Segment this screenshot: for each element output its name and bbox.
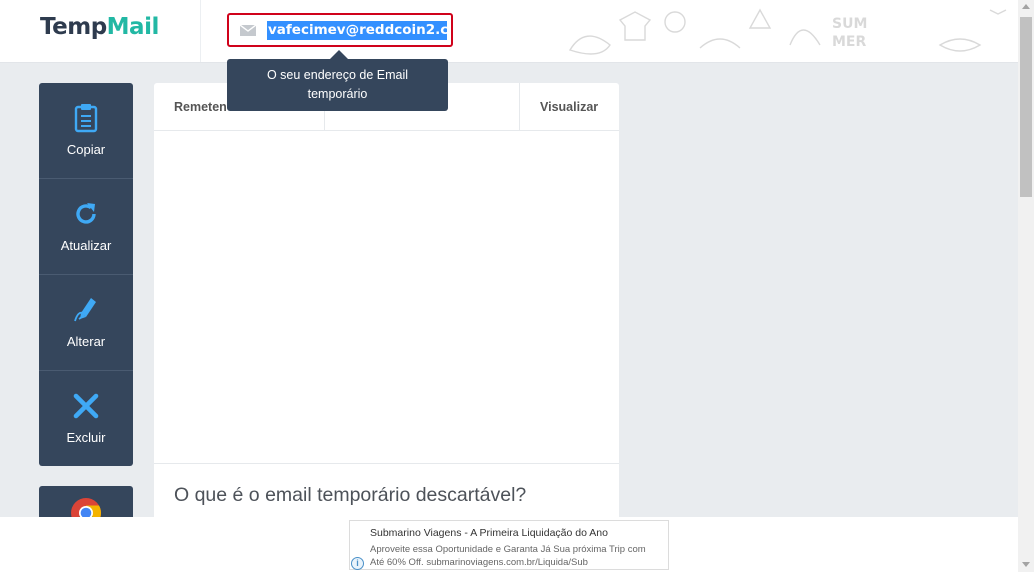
info-section: O que é o email temporário descartável? bbox=[154, 463, 619, 523]
email-address-field[interactable]: vafecimev@reddcoin2.com bbox=[227, 13, 453, 47]
envelope-icon bbox=[240, 25, 256, 36]
info-heading: O que é o email temporário descartável? bbox=[174, 484, 527, 506]
change-button[interactable]: Alterar bbox=[39, 275, 133, 371]
action-sidebar: Copiar Atualizar Alterar Excluir bbox=[39, 83, 133, 466]
copy-button-label: Copiar bbox=[66, 142, 106, 157]
top-header: SUM MER TempMail bbox=[0, 0, 1018, 63]
copy-button[interactable]: Copiar bbox=[39, 83, 133, 179]
ad-title[interactable]: Submarino Viagens - A Primeira Liquidaçã… bbox=[370, 527, 608, 539]
advertisement-box[interactable]: Submarino Viagens - A Primeira Liquidaçã… bbox=[349, 520, 669, 570]
tooltip-arrow bbox=[330, 50, 348, 59]
change-button-label: Alterar bbox=[66, 334, 106, 349]
logo-temp-text: Temp bbox=[40, 14, 107, 40]
advertisement-bar: Submarino Viagens - A Primeira Liquidaçã… bbox=[0, 517, 1018, 572]
svg-text:SUM: SUM bbox=[832, 16, 867, 32]
tooltip-line-1: O seu endereço de Email bbox=[266, 68, 409, 82]
column-header-sender: Remeten bbox=[174, 100, 227, 114]
refresh-icon bbox=[76, 203, 96, 224]
clipboard-icon bbox=[74, 104, 98, 133]
delete-button-label: Excluir bbox=[66, 430, 106, 445]
inbox-panel: Remeten Visualizar bbox=[154, 83, 619, 523]
scroll-down-arrow-icon[interactable] bbox=[1022, 562, 1030, 567]
column-divider bbox=[519, 83, 520, 131]
refresh-button[interactable]: Atualizar bbox=[39, 179, 133, 275]
svg-text:MER: MER bbox=[832, 34, 866, 50]
ad-info-icon[interactable]: i bbox=[351, 557, 364, 570]
delete-button[interactable]: Excluir bbox=[39, 371, 133, 467]
header-divider bbox=[200, 0, 201, 62]
page-scrollbar[interactable] bbox=[1018, 0, 1034, 572]
email-tooltip: O seu endereço de Email temporário bbox=[227, 59, 448, 111]
refresh-button-label: Atualizar bbox=[60, 238, 112, 253]
edit-icon bbox=[74, 298, 96, 322]
email-address-text[interactable]: vafecimev@reddcoin2.com bbox=[267, 21, 447, 40]
tempmail-logo[interactable]: TempMail bbox=[40, 14, 159, 40]
tooltip-line-2: temporário bbox=[307, 87, 368, 101]
logo-mail-text: Mail bbox=[106, 14, 160, 40]
scroll-up-arrow-icon[interactable] bbox=[1022, 4, 1030, 9]
scrollbar-thumb[interactable] bbox=[1020, 17, 1032, 197]
ad-text-line-2: Até 60% Off. submarinoviagens.com.br/Liq… bbox=[370, 557, 588, 568]
summer-pattern-background: SUM MER bbox=[568, 8, 1007, 55]
column-header-view: Visualizar bbox=[540, 100, 599, 114]
ad-text-line-1: Aproveite essa Oportunidade e Garanta Já… bbox=[370, 544, 646, 555]
close-icon bbox=[73, 393, 99, 419]
